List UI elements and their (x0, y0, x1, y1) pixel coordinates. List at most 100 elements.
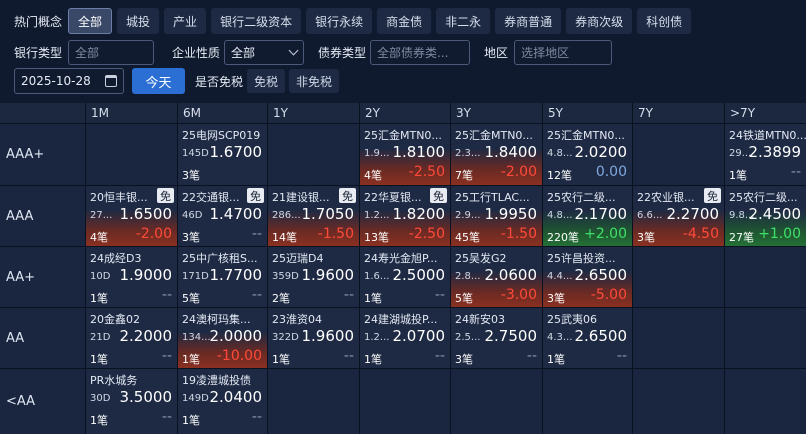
bond-cell[interactable]: 20恒丰银... 免 27... 1.6500 4笔 -2.00 (85, 185, 177, 246)
yield-change: -- (616, 348, 627, 364)
bond-name[interactable]: 24新安03 (455, 311, 505, 327)
bond-cell[interactable]: 25武夷06 4.3... 2.6500 1笔 -- (542, 307, 632, 368)
bond-name[interactable]: PR水城务 (90, 372, 137, 388)
filter-selector-row: 银行类型 全部 企业性质 全部 债券类型 全部债券类... 地区 选择地区 (0, 38, 806, 66)
trade-count: 4笔 (364, 169, 382, 182)
bond-cell[interactable]: 25农行二级... 9.8... 2.4500 27笔 +1.00 (724, 185, 806, 246)
bond-name[interactable]: 23淮资04 (272, 311, 322, 327)
bond-name[interactable]: 25农行二级... (729, 189, 798, 205)
non-tax-exempt-option[interactable]: 非免税 (289, 69, 340, 93)
bond-remaining-term: 145D (182, 148, 209, 159)
column-header-4[interactable]: 3Y (450, 103, 542, 123)
bond-cell[interactable]: 22农业银... 免 6.6... 2.2700 3笔 -4.50 (632, 185, 724, 246)
enterprise-nature-select[interactable]: 全部 (224, 39, 305, 65)
bond-cell[interactable]: 24寿光金旭P... 1.6... 2.5000 1笔 -- (359, 246, 450, 307)
bond-cell[interactable]: 23淮资04 322D 1.9600 1笔 -- (267, 307, 359, 368)
bond-cell[interactable]: 24新安03 2.5... 2.7500 3笔 -- (450, 307, 542, 368)
column-header-1[interactable]: 6M (177, 103, 267, 123)
trade-count: 1笔 (547, 353, 565, 366)
column-header-7[interactable]: >7Y (724, 103, 806, 123)
bond-cell[interactable]: 25汇金MTN0... 4.8... 2.0200 12笔 0.00 (542, 123, 632, 185)
tag-bank-tier2[interactable]: 银行二级资本 (211, 8, 302, 34)
bond-name[interactable]: 25汇金MTN0... (455, 127, 533, 143)
bond-cell[interactable]: 19凌澧城投债 149D 2.0400 1笔 -- (177, 368, 267, 434)
yield-change: +1.00 (758, 226, 801, 242)
trade-count: 7笔 (455, 169, 473, 182)
bond-cell[interactable]: 25汇金MTN0... 1.9... 1.8100 4笔 -2.50 (359, 123, 450, 185)
bond-cell[interactable]: 25汇金MTN0... 2.3... 1.8400 7笔 -2.00 (450, 123, 542, 185)
column-header-3[interactable]: 2Y (359, 103, 450, 123)
bond-name[interactable]: 25农行二级... (547, 189, 616, 205)
bond-name[interactable]: 25迈瑞D4 (272, 250, 323, 266)
bond-yield: 2.4500 (748, 205, 802, 223)
empty-cell (632, 246, 724, 307)
bond-name[interactable]: 22农业银... (637, 189, 695, 205)
bond-remaining-term: 27... (90, 210, 113, 221)
tag-commercial-financial[interactable]: 商金债 (377, 8, 432, 34)
column-header-2[interactable]: 1Y (267, 103, 359, 123)
bond-name[interactable]: 24建湖城投P... (364, 311, 437, 327)
bond-name[interactable]: 25电网SCP019 (182, 127, 260, 143)
bond-cell[interactable]: 22交通银... 免 46D 1.4700 3笔 -- (177, 185, 267, 246)
tag-broker-subordinated[interactable]: 券商次级 (566, 8, 633, 34)
bond-cell[interactable]: 25农行二级... 4.8... 2.1700 220笔 +2.00 (542, 185, 632, 246)
bond-name[interactable]: 24寿光金旭P... (364, 250, 437, 266)
bond-name[interactable]: 19凌澧城投债 (182, 372, 251, 388)
column-header-6[interactable]: 7Y (632, 103, 724, 123)
bond-name[interactable]: 25中广核租S... (182, 250, 257, 266)
bond-name[interactable]: 25工行TLAC... (455, 189, 530, 205)
bond-name[interactable]: 21建设银... (272, 189, 330, 205)
region-select[interactable]: 选择地区 (514, 39, 613, 65)
bond-name[interactable]: 20恒丰银... (90, 189, 148, 205)
tag-non-tier2-perpetual[interactable]: 非二永 (436, 8, 491, 34)
bond-remaining-term: 359D (272, 271, 299, 282)
bond-type-select[interactable]: 全部债券类... (370, 39, 471, 65)
tax-exempt-badge: 免 (704, 188, 721, 203)
bond-name[interactable]: 25汇金MTN0... (547, 127, 625, 143)
bond-remaining-term: 6.6... (637, 210, 663, 221)
tax-exempt-option[interactable]: 免税 (247, 69, 286, 93)
yield-change: -- (790, 164, 801, 180)
yield-change: -- (251, 287, 262, 303)
bond-cell[interactable]: 24澳柯玛集... 134... 2.0000 1笔 -10.00 (177, 307, 267, 368)
bond-cell[interactable]: 20金鑫02 21D 2.2000 1笔 -- (85, 307, 177, 368)
tag-all[interactable]: 全部 (68, 8, 113, 34)
bond-name[interactable]: 22华夏银... (364, 189, 422, 205)
bond-cell[interactable]: 25电网SCP019 145D 1.6700 3笔 (177, 123, 267, 185)
tag-broker-ordinary[interactable]: 券商普通 (495, 8, 562, 34)
bond-name[interactable]: 25汇金MTN0... (364, 127, 442, 143)
bond-name[interactable]: 24铁道MTN0... (729, 127, 806, 143)
bond-name[interactable]: 24成经D3 (90, 250, 141, 266)
tag-chengtou[interactable]: 城投 (117, 8, 160, 34)
trade-count: 27笔 (729, 231, 754, 244)
today-button[interactable]: 今天 (132, 68, 185, 94)
bond-cell[interactable]: 24成经D3 10D 1.9000 1笔 -- (85, 246, 177, 307)
column-header-5[interactable]: 5Y (542, 103, 632, 123)
bond-name[interactable]: 22交通银... (182, 189, 240, 205)
bond-name[interactable]: 25吴发G2 (455, 250, 507, 266)
bond-yield: 2.0600 (484, 266, 538, 284)
bond-cell[interactable]: 22华夏银... 免 1.2... 1.8200 13笔 -2.50 (359, 185, 450, 246)
bond-name[interactable]: 25许昌投资... (547, 250, 616, 266)
date-picker[interactable]: 2025-10-28 (14, 68, 124, 94)
bond-cell[interactable]: 21建设银... 免 286... 1.7050 14笔 -1.50 (267, 185, 359, 246)
tag-industry[interactable]: 产业 (164, 8, 207, 34)
bond-cell[interactable]: 25吴发G2 2.8... 2.0600 5笔 -3.00 (450, 246, 542, 307)
bond-name[interactable]: 25武夷06 (547, 311, 597, 327)
bond-cell[interactable]: 25工行TLAC... 2.9... 1.9950 45笔 -1.50 (450, 185, 542, 246)
column-header-0[interactable]: 1M (85, 103, 177, 123)
bond-cell[interactable]: PR水城务 30D 3.5000 1笔 -- (85, 368, 177, 434)
bond-name[interactable]: 24澳柯玛集... (182, 311, 251, 327)
bond-cell[interactable]: 25迈瑞D4 359D 1.9600 2笔 -- (267, 246, 359, 307)
bank-type-select[interactable]: 全部 (68, 39, 155, 65)
trade-count: 1笔 (364, 353, 382, 366)
bond-cell[interactable]: 25许昌投资... 4.4... 2.6500 3笔 -5.00 (542, 246, 632, 307)
bond-cell[interactable]: 24铁道MTN0... 29... 2.3899 1笔 -- (724, 123, 806, 185)
bond-cell[interactable]: 25中广核租S... 171D 1.7700 5笔 -- (177, 246, 267, 307)
bond-remaining-term: 286... (272, 210, 301, 221)
bond-name[interactable]: 20金鑫02 (90, 311, 140, 327)
bond-cell[interactable]: 24建湖城投P... 1.2... 2.0700 1笔 -- (359, 307, 450, 368)
tag-sci-tech[interactable]: 科创债 (637, 8, 692, 34)
tag-bank-perpetual[interactable]: 银行永续 (306, 8, 373, 34)
calendar-icon[interactable] (105, 75, 117, 87)
